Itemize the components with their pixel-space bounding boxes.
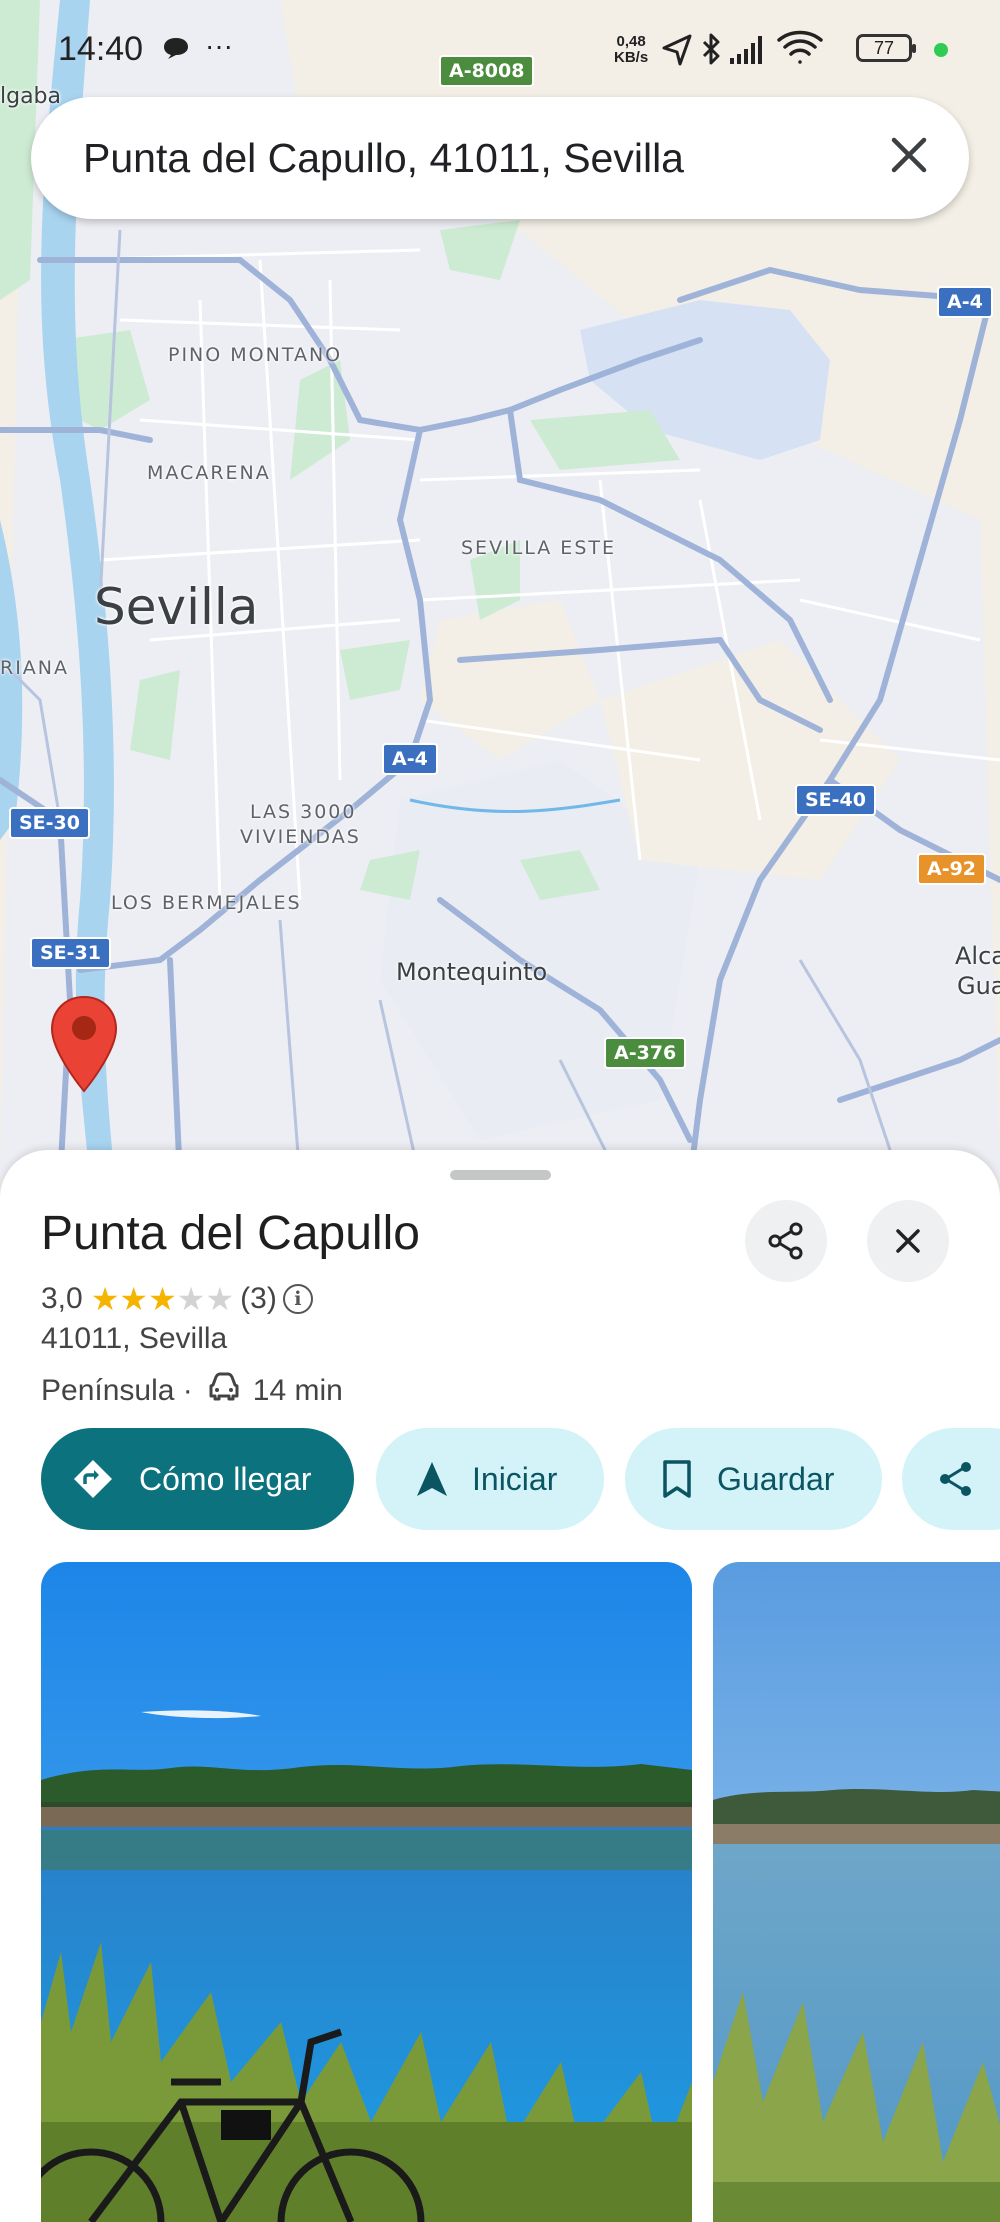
place-photo-1[interactable] bbox=[41, 1562, 692, 2222]
network-speed-value: 0,48 bbox=[616, 33, 646, 50]
map-label-las-3000: LAS 3000 bbox=[250, 801, 357, 823]
status-time: 14:40 bbox=[58, 30, 144, 68]
road-shield-se30: SE-30 bbox=[9, 807, 90, 839]
road-shield-a376: A-376 bbox=[604, 1037, 687, 1069]
star-empty-icon: ★ bbox=[176, 1281, 206, 1317]
navigation-arrow-icon bbox=[414, 1459, 450, 1499]
close-icon bbox=[896, 1229, 920, 1253]
battery-icon: 77 bbox=[856, 34, 916, 62]
share-icon bbox=[936, 1459, 976, 1499]
map-label-macarena: MACARENA bbox=[147, 462, 271, 484]
star-empty-icon: ★ bbox=[205, 1281, 235, 1317]
map-label-guadaira: Gua bbox=[957, 972, 1000, 1000]
bookmark-icon bbox=[661, 1459, 693, 1499]
road-shield-se31: SE-31 bbox=[30, 937, 111, 969]
place-title: Punta del Capullo bbox=[41, 1207, 420, 1260]
close-sheet-button[interactable] bbox=[867, 1200, 949, 1282]
clear-search-button[interactable] bbox=[879, 125, 939, 185]
save-label: Guardar bbox=[717, 1460, 835, 1497]
start-label: Iniciar bbox=[472, 1460, 558, 1497]
more-notifications-icon: ··· bbox=[205, 30, 233, 61]
star-filled-icon: ★ bbox=[119, 1281, 149, 1317]
chat-bubble-icon bbox=[162, 36, 190, 60]
sheet-drag-handle[interactable] bbox=[450, 1170, 551, 1180]
network-speed-unit: KB/s bbox=[614, 49, 649, 66]
rating-row[interactable]: 3,0 ★ ★ ★ ★ ★ (3) i bbox=[41, 1276, 313, 1322]
map-label-montequinto: Montequinto bbox=[396, 958, 548, 986]
info-icon[interactable]: i bbox=[282, 1284, 313, 1314]
area-label: Península · bbox=[41, 1374, 193, 1407]
star-filled-icon: ★ bbox=[148, 1281, 177, 1317]
share-button[interactable] bbox=[745, 1200, 827, 1282]
road-shield-a92: A-92 bbox=[917, 853, 987, 885]
star-filled-icon: ★ bbox=[90, 1281, 120, 1317]
map-label-pino-montano: PINO MONTANO bbox=[168, 344, 343, 366]
start-button[interactable]: Iniciar bbox=[376, 1428, 604, 1530]
road-shield-se40: SE-40 bbox=[795, 784, 876, 816]
network-speed: 0,48 KB/s bbox=[614, 34, 648, 66]
privacy-indicator-dot bbox=[934, 43, 948, 57]
map-label-sevilla-este: SEVILLA ESTE bbox=[461, 537, 616, 559]
location-pin-icon[interactable] bbox=[49, 995, 119, 1095]
directions-label: Cómo llegar bbox=[139, 1460, 312, 1497]
status-icons bbox=[660, 30, 850, 75]
map-label-los-bermejales: LOS BERMEJALES bbox=[111, 892, 302, 914]
signal-icon bbox=[730, 36, 762, 64]
share-icon bbox=[768, 1222, 803, 1260]
area-row: Península · 14 min bbox=[41, 1368, 343, 1414]
place-photo-2[interactable] bbox=[713, 1562, 1000, 2222]
rating-value: 3,0 bbox=[41, 1282, 83, 1315]
save-button[interactable]: Guardar bbox=[625, 1428, 882, 1530]
bluetooth-icon bbox=[702, 33, 720, 65]
close-icon bbox=[891, 137, 927, 173]
road-shield-a4-top: A-4 bbox=[937, 286, 993, 318]
place-address: 41011, Sevilla bbox=[41, 1322, 228, 1355]
car-icon bbox=[207, 1372, 241, 1410]
map-label-viviendas: VIVIENDAS bbox=[240, 826, 361, 848]
search-query[interactable]: Punta del Capullo, 41011, Sevilla bbox=[83, 135, 684, 182]
location-arrow-icon bbox=[662, 34, 692, 66]
map-label-sevilla: Sevilla bbox=[94, 578, 259, 636]
share-action-button[interactable] bbox=[902, 1428, 1000, 1530]
directions-icon bbox=[71, 1457, 115, 1501]
status-bar: 14:40 ··· 0,48 KB/s 77 bbox=[0, 0, 1000, 100]
search-bar[interactable]: Punta del Capullo, 41011, Sevilla bbox=[31, 97, 969, 219]
review-count[interactable]: (3) bbox=[240, 1282, 277, 1316]
directions-button[interactable]: Cómo llegar bbox=[41, 1428, 354, 1530]
wifi-icon bbox=[777, 30, 823, 64]
drive-time: 14 min bbox=[252, 1374, 343, 1407]
road-shield-a4-mid: A-4 bbox=[382, 743, 438, 775]
map-label-alcala: Alca bbox=[955, 942, 1000, 970]
rating-stars: ★ ★ ★ ★ ★ bbox=[91, 1283, 234, 1315]
place-sheet[interactable]: Punta del Capullo 3,0 ★ ★ ★ ★ ★ (3) i 41011,… bbox=[0, 1150, 1000, 2222]
map-label-triana: RIANA bbox=[0, 657, 70, 679]
